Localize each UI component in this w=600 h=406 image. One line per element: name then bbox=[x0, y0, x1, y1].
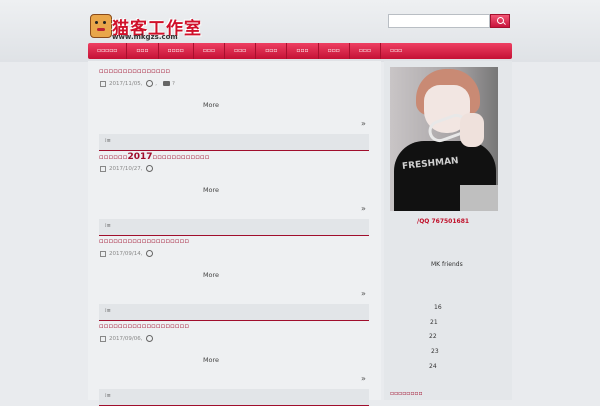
sidebar-heading: ▫▫▫▫▫▫▫▫ bbox=[390, 390, 423, 397]
comment-icon bbox=[162, 81, 170, 86]
calendar-icon bbox=[100, 165, 106, 172]
calendar-icon bbox=[100, 250, 106, 257]
post-date: 2017/09/06, bbox=[109, 336, 143, 342]
nav-item[interactable]: ▫▫▫ bbox=[319, 43, 350, 59]
nav-item[interactable]: ▫▫▫ bbox=[381, 43, 411, 59]
post-author-sep: , bbox=[155, 81, 157, 87]
nav-item[interactable]: ▫▫▫ bbox=[225, 43, 257, 59]
calendar-day[interactable]: 21 bbox=[430, 319, 438, 326]
category-icon: ⁞≡ bbox=[105, 308, 111, 314]
post-title[interactable]: ▫▫▫▫▫▫2017▫▫▫▫▫▫▫▫▫▫▫▫ bbox=[99, 152, 209, 162]
calendar-day[interactable]: 22 bbox=[429, 333, 437, 340]
next-arrow-icon[interactable]: » bbox=[361, 374, 366, 383]
more-link[interactable]: More bbox=[196, 186, 226, 194]
post-title[interactable]: ▫▫▫▫▫▫▫▫▫▫▫▫▫▫▫ bbox=[99, 67, 170, 75]
category-icon: ⁞≡ bbox=[105, 223, 111, 229]
nav-item[interactable]: ▫▫▫ bbox=[287, 43, 319, 59]
author-icon bbox=[146, 250, 154, 257]
nav-item[interactable]: ▫▫▫ bbox=[127, 43, 159, 59]
more-link[interactable]: More bbox=[196, 356, 226, 364]
calendar-icon bbox=[100, 80, 106, 87]
post-date: 2017/10/27, bbox=[109, 166, 143, 172]
nav-item[interactable]: ▫▫▫ bbox=[194, 43, 226, 59]
post-title[interactable]: ▫▫▫▫▫▫▫▫▫▫▫▫▫▫▫▫▫▫▫ bbox=[99, 322, 189, 330]
post-meta: 2017/10/27, bbox=[100, 165, 154, 172]
nav-item[interactable]: ▫▫▫ bbox=[350, 43, 382, 59]
calendar-day[interactable]: 16 bbox=[434, 304, 442, 311]
author-icon bbox=[146, 165, 154, 172]
author-icon bbox=[146, 80, 154, 87]
category-icon: ⁞≡ bbox=[105, 138, 111, 144]
search-input[interactable] bbox=[388, 14, 490, 28]
post-divider: ⁞≡ bbox=[99, 219, 369, 236]
post-meta: 2017/11/05, ,? bbox=[100, 80, 175, 87]
more-link[interactable]: More bbox=[196, 101, 226, 109]
next-arrow-icon[interactable]: » bbox=[361, 119, 366, 128]
calendar-day[interactable]: 24 bbox=[429, 363, 437, 370]
site-logo[interactable]: 猫客工作室 www.mkgzs.com bbox=[90, 14, 201, 42]
nav-item[interactable]: ▫▫▫▫ bbox=[159, 43, 194, 59]
search-button[interactable] bbox=[490, 14, 510, 28]
post-divider: ⁞≡ bbox=[99, 304, 369, 321]
post-list: ▫▫▫▫▫▫▫▫▫▫▫▫▫▫▫ 2017/11/05, ,? More » ⁞≡… bbox=[88, 61, 381, 406]
post-date: 2017/09/14, bbox=[109, 251, 143, 257]
qq-number: /QQ 767501681 bbox=[417, 218, 470, 225]
category-icon: ⁞≡ bbox=[105, 393, 111, 399]
nav-item[interactable]: ▫▫▫▫▫ bbox=[88, 43, 128, 59]
post-date: 2017/11/05, bbox=[109, 81, 143, 87]
post-title[interactable]: ▫▫▫▫▫▫▫▫▫▫▫▫▫▫▫▫▫▫▫ bbox=[99, 237, 189, 245]
comment-count[interactable]: ? bbox=[172, 81, 175, 87]
friends-heading: MK friends bbox=[431, 261, 463, 268]
search-icon bbox=[497, 17, 504, 24]
post-divider: ⁞≡ bbox=[99, 134, 369, 151]
author-icon bbox=[146, 335, 154, 342]
post-divider: ⁞≡ bbox=[99, 389, 369, 406]
calendar-day[interactable]: 23 bbox=[431, 348, 439, 355]
nav-item[interactable]: ▫▫▫ bbox=[256, 43, 288, 59]
post-meta: 2017/09/14, bbox=[100, 250, 154, 257]
logo-url-text: www.mkgzs.com bbox=[112, 33, 178, 41]
more-link[interactable]: More bbox=[196, 271, 226, 279]
calendar-icon bbox=[100, 335, 106, 342]
cat-mascot-icon bbox=[90, 14, 112, 38]
next-arrow-icon[interactable]: » bbox=[361, 204, 366, 213]
main-nav: ▫▫▫▫▫ ▫▫▫ ▫▫▫▫ ▫▫▫ ▫▫▫ ▫▫▫ ▫▫▫ ▫▫▫ ▫▫▫ ▫… bbox=[88, 43, 512, 59]
next-arrow-icon[interactable]: » bbox=[361, 289, 366, 298]
post-meta: 2017/09/06, bbox=[100, 335, 154, 342]
search-box bbox=[388, 14, 510, 28]
profile-photo: FRESHMAN bbox=[390, 67, 498, 211]
sidebar: FRESHMAN /QQ 767501681 MK friends 16 21 … bbox=[384, 61, 512, 400]
